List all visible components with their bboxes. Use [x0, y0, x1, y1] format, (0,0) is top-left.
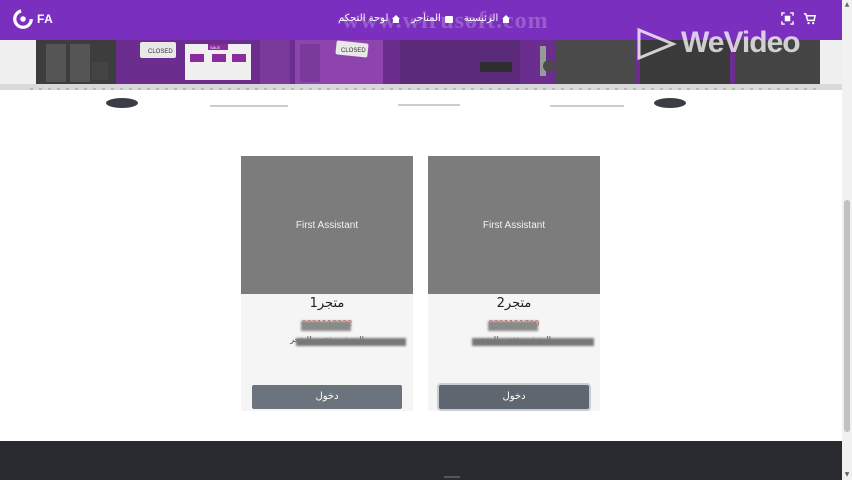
store-image[interactable]: First Assistant — [428, 156, 600, 294]
scrollbar-thumb[interactable] — [844, 200, 850, 432]
store-card: First Assistant متجر1 0321112222 الوصف م… — [241, 156, 413, 411]
dashboard-icon — [392, 14, 401, 23]
nav-link-home-label: الرئيسية — [463, 13, 499, 24]
footer — [0, 441, 842, 480]
closed-sign-1: CLOSED — [148, 49, 173, 55]
store-image[interactable]: First Assistant — [241, 156, 413, 294]
closed-sign-2: CLOSED — [341, 48, 366, 54]
brand-name: FA — [37, 12, 54, 26]
store-card: First Assistant متجر2 0321111700 الوصف م… — [428, 156, 600, 411]
nav-links: الرئيسية المتاجر لوحة التحكم — [338, 13, 511, 24]
store-icon — [444, 15, 453, 23]
brand-logo-icon — [13, 9, 33, 29]
ground-illustration — [30, 88, 820, 108]
phone-blur-mask — [488, 321, 538, 331]
nav-link-dashboard[interactable]: لوحة التحكم — [338, 13, 401, 24]
enter-store-button[interactable]: دخول — [439, 385, 589, 409]
brand[interactable]: FA — [12, 8, 53, 30]
nav-link-home[interactable]: الرئيسية — [464, 13, 511, 24]
nav-link-stores[interactable]: المتاجر — [411, 13, 453, 24]
store-image-text: First Assistant — [482, 219, 546, 231]
page: FA www.wirusoft.com الرئيسية المتاجر لوح… — [0, 0, 852, 480]
nav-link-stores-label: المتاجر — [411, 13, 441, 24]
sale-sign: SALE — [210, 45, 221, 50]
description-blur-mask — [472, 338, 594, 346]
description-blur-mask — [296, 338, 406, 346]
store-image-text: First Assistant — [295, 219, 359, 231]
vertical-scrollbar[interactable]: ▲ ▼ — [842, 0, 852, 480]
play-icon — [637, 27, 677, 61]
home-icon — [502, 14, 511, 23]
nav-link-dashboard-label: لوحة التحكم — [338, 13, 389, 24]
scroll-down-icon[interactable]: ▼ — [844, 472, 850, 478]
footer-divider — [444, 476, 460, 478]
enter-store-button[interactable]: دخول — [252, 385, 402, 409]
wevideo-text: WeVideo — [681, 26, 801, 59]
wevideo-watermark: WeVideo — [635, 24, 845, 64]
scroll-up-icon[interactable]: ▲ — [844, 2, 850, 8]
store-title: متجر2 — [496, 296, 532, 311]
store-title: متجر1 — [309, 296, 345, 311]
phone-blur-mask — [301, 321, 351, 331]
